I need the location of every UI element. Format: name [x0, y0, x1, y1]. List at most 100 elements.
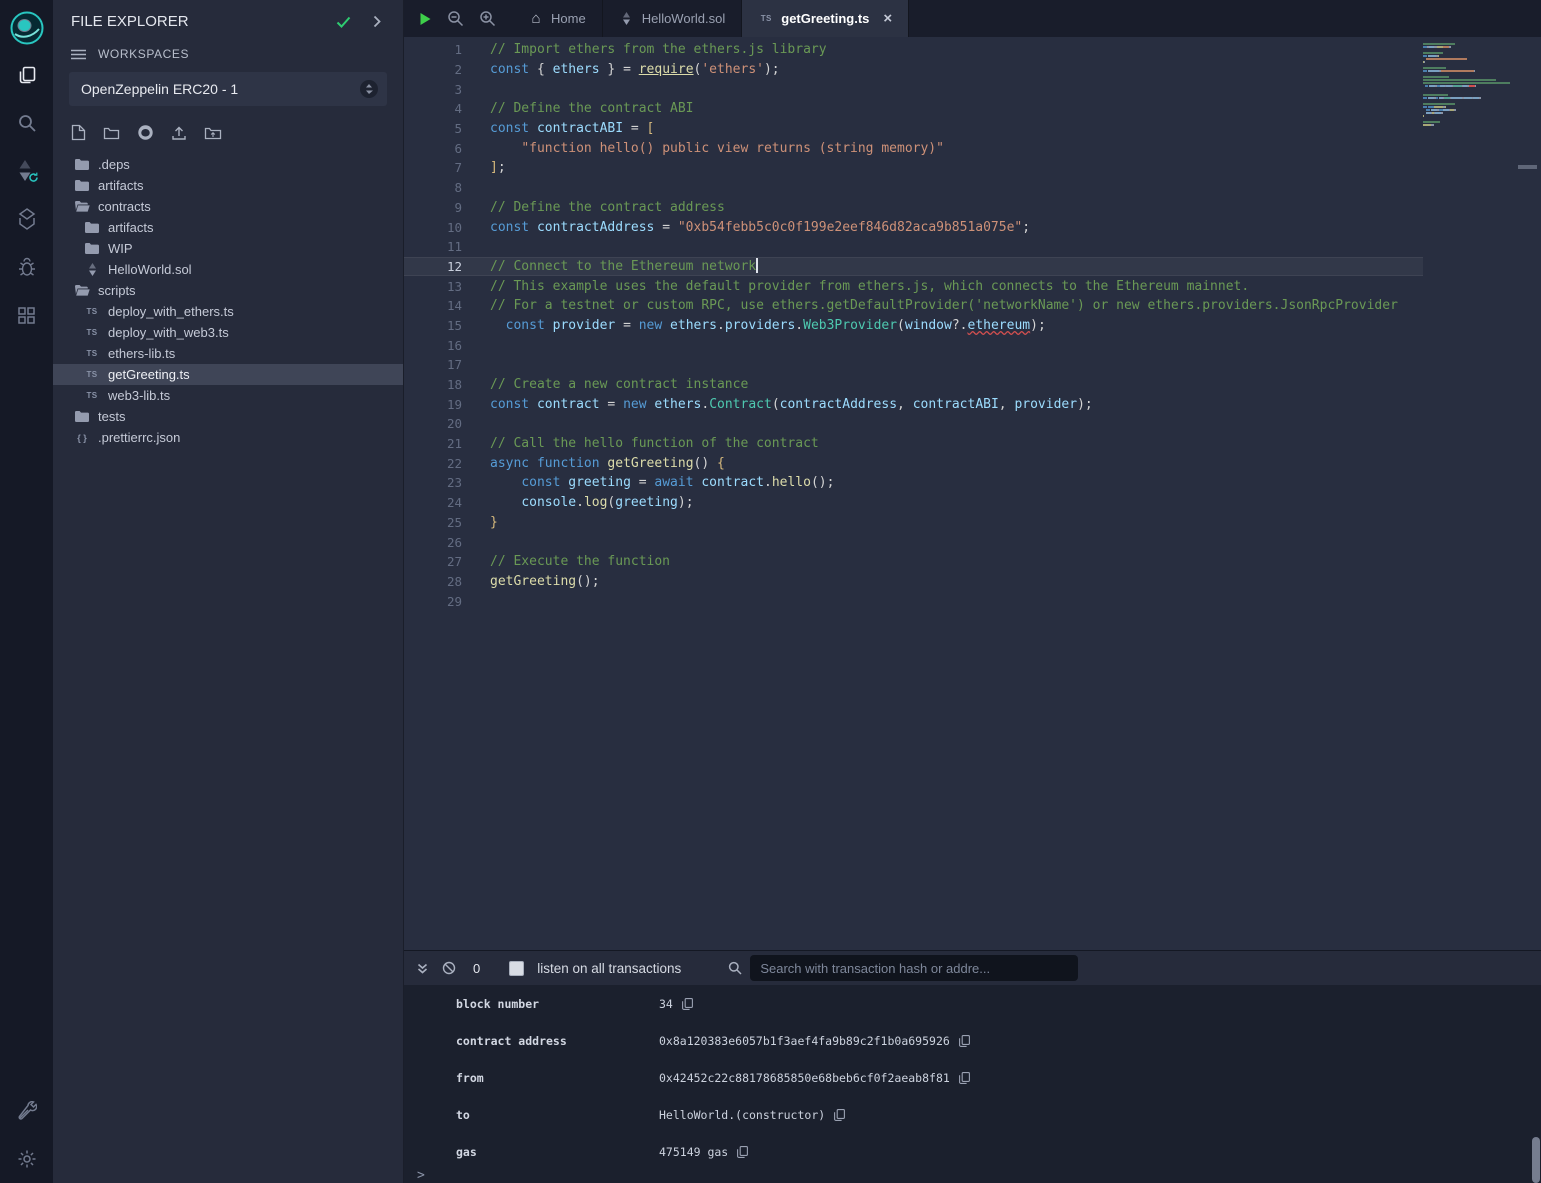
line-number[interactable]: 19 [404, 397, 462, 412]
file-explorer-icon[interactable] [0, 51, 53, 99]
remix-logo[interactable] [0, 5, 53, 51]
accept-check-icon[interactable] [336, 16, 351, 28]
editor-line[interactable]: 24 console.log(greeting); [404, 493, 1423, 513]
copy-icon[interactable] [959, 1072, 970, 1084]
workspace-switch-icon[interactable] [360, 80, 378, 98]
editor-line[interactable]: 5const contractABI = [ [404, 119, 1423, 139]
line-number[interactable]: 17 [404, 357, 462, 372]
line-number[interactable]: 16 [404, 338, 462, 353]
copy-icon[interactable] [959, 1035, 970, 1047]
editor-line[interactable]: 9// Define the contract address [404, 198, 1423, 218]
editor-line[interactable]: 10const contractAddress = "0xb54febb5c0c… [404, 217, 1423, 237]
tab-home[interactable]: ⌂Home [512, 0, 603, 37]
editor-line[interactable]: 27// Execute the function [404, 552, 1423, 572]
settings-icon[interactable] [0, 1135, 53, 1183]
tree-item-helloworld-sol[interactable]: HelloWorld.sol [53, 259, 403, 280]
editor-line[interactable]: 28getGreeting(); [404, 572, 1423, 592]
tools-icon[interactable] [0, 1087, 53, 1135]
line-number[interactable]: 15 [404, 318, 462, 333]
zoom-out-icon[interactable] [447, 10, 464, 27]
line-number[interactable]: 18 [404, 377, 462, 392]
tree-item-getgreeting-ts[interactable]: TSgetGreeting.ts [53, 364, 403, 385]
line-number[interactable]: 25 [404, 515, 462, 530]
line-number[interactable]: 12 [404, 259, 462, 274]
editor-scrollbar[interactable] [1515, 37, 1541, 950]
editor-line[interactable]: 23 const greeting = await contract.hello… [404, 473, 1423, 493]
terminal-scrollbar-thumb[interactable] [1532, 1137, 1540, 1183]
minimap[interactable] [1423, 37, 1515, 950]
debugger-icon[interactable] [0, 243, 53, 291]
tree-item-scripts[interactable]: scripts [53, 280, 403, 301]
tree-item-web3-lib-ts[interactable]: TSweb3-lib.ts [53, 385, 403, 406]
line-number[interactable]: 8 [404, 180, 462, 195]
editor-code-area[interactable]: 1// Import ethers from the ethers.js lib… [404, 37, 1423, 950]
line-number[interactable]: 24 [404, 495, 462, 510]
tree-item-ethers-lib-ts[interactable]: TSethers-lib.ts [53, 343, 403, 364]
tree-item-deploy-with-ethers-ts[interactable]: TSdeploy_with_ethers.ts [53, 301, 403, 322]
line-number[interactable]: 7 [404, 160, 462, 175]
editor-line[interactable]: 4// Define the contract ABI [404, 99, 1423, 119]
editor-line[interactable]: 6 "function hello() public view returns … [404, 138, 1423, 158]
tree-item-contracts[interactable]: contracts [53, 196, 403, 217]
line-number[interactable]: 26 [404, 535, 462, 550]
chevron-right-icon[interactable] [373, 15, 381, 28]
collapse-terminal-icon[interactable] [416, 962, 429, 975]
solidity-compiler-icon[interactable] [0, 147, 53, 195]
tree-item-prettierrc-json[interactable]: { }.prettierrc.json [53, 427, 403, 448]
line-number[interactable]: 23 [404, 475, 462, 490]
line-number[interactable]: 14 [404, 298, 462, 313]
terminal-prompt[interactable]: > [404, 1170, 1541, 1183]
editor-line[interactable]: 18// Create a new contract instance [404, 375, 1423, 395]
editor-line[interactable]: 17 [404, 355, 1423, 375]
editor-scrollbar-thumb[interactable] [1518, 165, 1537, 169]
line-number[interactable]: 4 [404, 101, 462, 116]
line-number[interactable]: 22 [404, 456, 462, 471]
line-number[interactable]: 21 [404, 436, 462, 451]
editor-line[interactable]: 3 [404, 79, 1423, 99]
plugins-icon[interactable] [0, 291, 53, 339]
upload-file-icon[interactable] [171, 125, 187, 141]
copy-icon[interactable] [682, 998, 693, 1010]
tree-item-deploy-with-web3-ts[interactable]: TSdeploy_with_web3.ts [53, 322, 403, 343]
line-number[interactable]: 29 [404, 594, 462, 609]
line-number[interactable]: 5 [404, 121, 462, 136]
editor-line[interactable]: 22async function getGreeting() { [404, 453, 1423, 473]
close-tab-icon[interactable]: × [883, 11, 892, 26]
upload-folder-icon[interactable] [204, 126, 222, 140]
copy-icon[interactable] [834, 1109, 845, 1121]
editor-line[interactable]: 20 [404, 414, 1423, 434]
line-number[interactable]: 10 [404, 220, 462, 235]
workspaces-menu-icon[interactable] [71, 49, 86, 60]
editor-line[interactable]: 26 [404, 532, 1423, 552]
editor-line[interactable]: 14// For a testnet or custom RPC, use et… [404, 296, 1423, 316]
tree-item-artifacts[interactable]: artifacts [53, 175, 403, 196]
listen-all-transactions-checkbox[interactable] [509, 961, 524, 976]
line-number[interactable]: 2 [404, 62, 462, 77]
editor-line[interactable]: 21// Call the hello function of the cont… [404, 434, 1423, 454]
tree-item-wip[interactable]: WIP [53, 238, 403, 259]
line-number[interactable]: 13 [404, 279, 462, 294]
tree-item-artifacts[interactable]: artifacts [53, 217, 403, 238]
tree-item-tests[interactable]: tests [53, 406, 403, 427]
line-number[interactable]: 28 [404, 574, 462, 589]
editor-line[interactable]: 2const { ethers } = require('ethers'); [404, 60, 1423, 80]
editor-line[interactable]: 15 const provider = new ethers.providers… [404, 316, 1423, 336]
editor-line[interactable]: 1// Import ethers from the ethers.js lib… [404, 40, 1423, 60]
tab-helloworld-sol[interactable]: HelloWorld.sol [603, 0, 743, 37]
line-number[interactable]: 9 [404, 200, 462, 215]
line-number[interactable]: 6 [404, 141, 462, 156]
workspace-select[interactable]: OpenZeppelin ERC20 - 1 [69, 72, 387, 106]
line-number[interactable]: 1 [404, 42, 462, 57]
line-number[interactable]: 20 [404, 416, 462, 431]
tree-item-deps[interactable]: .deps [53, 154, 403, 175]
run-script-button[interactable] [418, 12, 432, 26]
line-number[interactable]: 3 [404, 82, 462, 97]
new-file-icon[interactable] [71, 124, 86, 141]
search-icon[interactable] [728, 961, 742, 975]
editor-line[interactable]: 11 [404, 237, 1423, 257]
editor-line[interactable]: 25} [404, 513, 1423, 533]
editor-line[interactable]: 13// This example uses the default provi… [404, 276, 1423, 296]
editor-line[interactable]: 12// Connect to the Ethereum network [404, 257, 1423, 277]
editor-line[interactable]: 19const contract = new ethers.Contract(c… [404, 394, 1423, 414]
editor-line[interactable]: 7]; [404, 158, 1423, 178]
